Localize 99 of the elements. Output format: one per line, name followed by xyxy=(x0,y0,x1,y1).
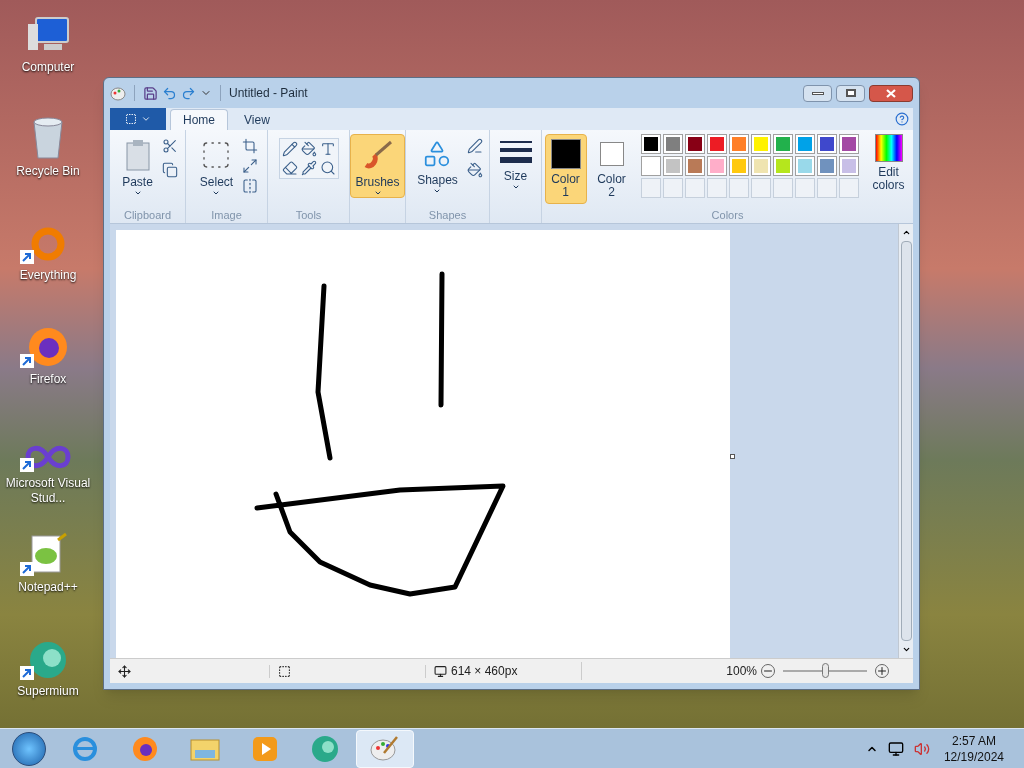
scroll-down-icon[interactable] xyxy=(901,645,911,654)
vertical-scrollbar[interactable] xyxy=(898,224,913,658)
scroll-up-icon[interactable] xyxy=(901,228,911,237)
resize-icon[interactable] xyxy=(242,158,259,174)
color-slot-button[interactable]: Color 2 xyxy=(590,134,633,204)
desktop-icon-label[interactable]: Microsoft Visual Stud... xyxy=(1,476,95,506)
crop-icon[interactable] xyxy=(242,138,259,154)
fill-icon[interactable] xyxy=(466,162,483,178)
clock-time[interactable]: 2:57 AM xyxy=(951,732,996,749)
palette-swatch[interactable] xyxy=(706,134,727,154)
desktop-icon-label[interactable]: Firefox xyxy=(1,372,95,387)
pencil-icon[interactable] xyxy=(281,141,298,157)
brushes-button[interactable]: Brushes xyxy=(350,134,405,198)
help-icon[interactable] xyxy=(895,112,909,126)
caret-icon xyxy=(212,189,221,197)
zoom-in-icon[interactable] xyxy=(875,664,889,678)
paste-button[interactable]: Paste xyxy=(117,134,158,198)
zoom-slider-thumb[interactable] xyxy=(822,663,829,678)
cursor-position-icon xyxy=(118,664,131,678)
desktop-icon-label[interactable]: Computer xyxy=(1,60,95,75)
resize-handle[interactable] xyxy=(730,454,735,459)
palette-swatch[interactable] xyxy=(816,156,837,176)
palette-swatch[interactable] xyxy=(640,134,661,154)
fox-globe-icon xyxy=(27,326,69,368)
palette-swatch[interactable] xyxy=(684,134,705,154)
file-menu-button[interactable] xyxy=(110,108,166,130)
spectrum-icon xyxy=(874,134,903,162)
ribbon-tab[interactable]: View xyxy=(232,109,282,130)
ribbon-group-label: Image xyxy=(210,208,243,223)
color-slot-button[interactable]: Color 1 xyxy=(544,134,587,204)
fill-bucket-icon[interactable] xyxy=(300,141,317,157)
ribbon-tab[interactable]: Home xyxy=(170,109,228,130)
desktop-icon-label[interactable]: Notepad++ xyxy=(1,580,95,595)
palette-swatch[interactable] xyxy=(684,156,705,176)
copy-icon[interactable] xyxy=(161,162,178,178)
palette-swatch[interactable] xyxy=(728,134,749,154)
shortcut-arrow-icon xyxy=(20,354,34,368)
palette-swatch[interactable] xyxy=(816,134,837,154)
caret-icon xyxy=(141,114,151,124)
text-tool-icon[interactable] xyxy=(319,141,336,157)
palette-swatch[interactable] xyxy=(838,134,859,154)
shortcut-arrow-icon xyxy=(20,562,34,576)
ribbon-group-label: Colors xyxy=(710,208,745,223)
shapes-button[interactable]: Shapes xyxy=(412,134,463,196)
caret-icon xyxy=(373,189,382,197)
maximize-button[interactable] xyxy=(836,84,865,102)
cut-icon[interactable] xyxy=(161,138,178,154)
redo-icon[interactable] xyxy=(181,85,196,101)
sphere-icon xyxy=(310,734,340,763)
e-logo-icon xyxy=(71,734,99,763)
undo-icon[interactable] xyxy=(162,85,177,101)
palette-swatch[interactable] xyxy=(772,156,793,176)
palette-swatch[interactable] xyxy=(794,156,815,176)
shortcut-arrow-icon xyxy=(20,458,34,472)
ribbon-group-label: Tools xyxy=(294,208,323,223)
clipboard-icon xyxy=(124,139,151,171)
outline-icon[interactable] xyxy=(466,138,483,154)
palette-icon xyxy=(370,734,400,763)
caret-icon xyxy=(433,187,442,195)
close-button[interactable] xyxy=(869,84,913,102)
minimize-button[interactable] xyxy=(803,84,832,102)
caret-icon xyxy=(511,183,520,191)
palette-swatch[interactable] xyxy=(772,134,793,154)
palette-icon[interactable] xyxy=(110,85,126,101)
magnifier-icon[interactable] xyxy=(319,160,336,176)
line-width-icon xyxy=(499,139,532,165)
ribbon-group-label: Clipboard xyxy=(122,208,173,223)
notepad-icon xyxy=(28,532,68,576)
palette-swatch[interactable] xyxy=(640,156,661,176)
palette-swatch[interactable] xyxy=(706,156,727,176)
clock-date[interactable]: 12/19/2024 xyxy=(943,748,1004,765)
color-picker-icon[interactable] xyxy=(300,160,317,176)
desktop-icon-label[interactable]: Recycle Bin xyxy=(1,164,95,179)
palette-swatch[interactable] xyxy=(838,156,859,176)
size-button[interactable]: Size xyxy=(494,134,537,192)
selection-size-icon xyxy=(278,664,291,678)
caret-icon xyxy=(133,189,142,197)
play-icon xyxy=(252,735,278,762)
save-icon[interactable] xyxy=(143,85,158,101)
window-title: Untitled - Paint xyxy=(229,85,308,102)
palette-swatch[interactable] xyxy=(728,156,749,176)
palette-swatch[interactable] xyxy=(750,156,771,176)
taskbar-app-button[interactable] xyxy=(356,729,414,768)
fox-globe-icon xyxy=(131,734,159,763)
edit-colors-button[interactable]: Edit colors xyxy=(866,134,911,192)
palette-swatch[interactable] xyxy=(794,134,815,154)
close-icon xyxy=(886,88,896,98)
shortcut-arrow-icon xyxy=(20,666,34,680)
palette-swatch[interactable] xyxy=(662,134,683,154)
palette-swatch[interactable] xyxy=(662,156,683,176)
desktop-icon-label[interactable]: Supermium xyxy=(1,684,95,699)
palette-swatch[interactable] xyxy=(750,134,771,154)
image-dimensions: 614 × 460px xyxy=(451,663,518,680)
shortcut-arrow-icon xyxy=(20,250,34,264)
select-button[interactable]: Select xyxy=(194,134,239,198)
ribbon-group-label: Shapes xyxy=(427,208,468,223)
eraser-icon[interactable] xyxy=(281,160,298,176)
trash-bin-icon xyxy=(30,116,66,160)
zoom-level: 100% xyxy=(726,663,757,680)
